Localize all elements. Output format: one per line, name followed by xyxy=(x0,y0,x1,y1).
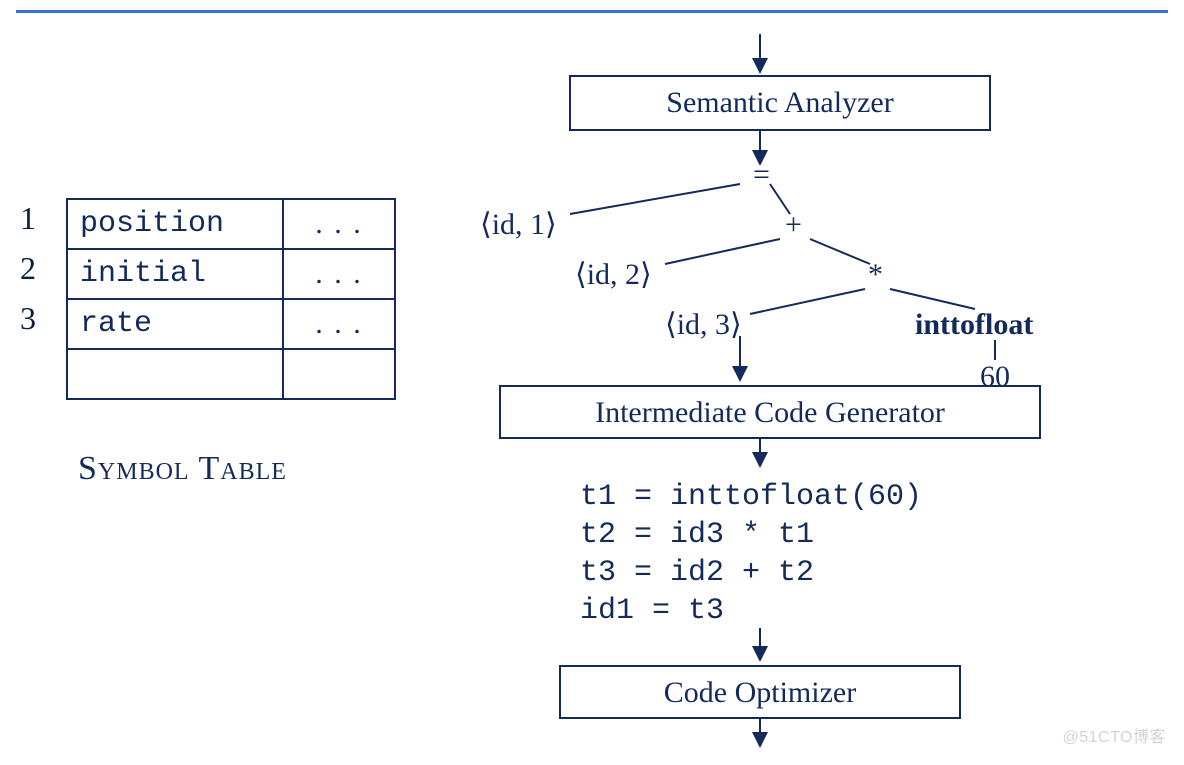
tac-line: t3 = id2 + t2 xyxy=(580,556,814,590)
symbol-info-cell: . . . xyxy=(283,299,395,349)
table-row: position . . . xyxy=(67,199,395,249)
top-divider xyxy=(16,10,1168,13)
tree-edge xyxy=(750,289,865,314)
tree-node-id3: ⟨id, 3⟩ xyxy=(665,308,742,341)
symbol-info-cell: . . . xyxy=(283,199,395,249)
symbol-table-index: 1 xyxy=(20,198,66,248)
tree-node-id1: ⟨id, 1⟩ xyxy=(480,208,557,241)
tree-edge xyxy=(665,239,780,264)
symbol-name-cell: rate xyxy=(67,299,283,349)
symbol-table-area: 1 2 3 position . . . initial . . . rate … xyxy=(20,198,400,400)
tree-node-equals: = xyxy=(753,158,770,191)
symbol-table-index: 2 xyxy=(20,248,66,298)
symbol-table-index-column: 1 2 3 xyxy=(20,198,66,398)
tree-node-id2: ⟨id, 2⟩ xyxy=(575,258,652,291)
tac-line: id1 = t3 xyxy=(580,594,724,628)
intermediate-code-generator-label: Intermediate Code Generator xyxy=(595,396,945,429)
table-row: rate . . . xyxy=(67,299,395,349)
compiler-phases-diagram: Semantic Analyzer = ⟨id, 1⟩ + ⟨id, 2⟩ * … xyxy=(440,34,1160,754)
tree-edge xyxy=(890,289,975,309)
tree-edge xyxy=(810,239,870,264)
code-optimizer-label: Code Optimizer xyxy=(664,676,856,709)
symbol-name-cell: position xyxy=(67,199,283,249)
tree-node-star: * xyxy=(868,258,883,291)
tac-line: t1 = inttofloat(60) xyxy=(580,480,922,514)
symbol-info-cell: . . . xyxy=(283,249,395,299)
tree-node-plus: + xyxy=(785,208,802,241)
semantic-analyzer-label: Semantic Analyzer xyxy=(666,86,893,119)
symbol-table-caption: Symbol Table xyxy=(78,450,287,488)
watermark: @51CTO博客 xyxy=(1062,723,1166,747)
table-row: initial . . . xyxy=(67,249,395,299)
symbol-name-cell: initial xyxy=(67,249,283,299)
table-row xyxy=(67,349,395,399)
symbol-table-index: 3 xyxy=(20,298,66,348)
tree-edge xyxy=(570,184,740,214)
tac-line: t2 = id3 * t1 xyxy=(580,518,814,552)
symbol-table-index xyxy=(20,348,66,398)
symbol-name-cell xyxy=(67,349,283,399)
tree-node-inttofloat: inttofloat xyxy=(915,308,1033,341)
symbol-info-cell xyxy=(283,349,395,399)
symbol-table: position . . . initial . . . rate . . . xyxy=(66,198,396,400)
